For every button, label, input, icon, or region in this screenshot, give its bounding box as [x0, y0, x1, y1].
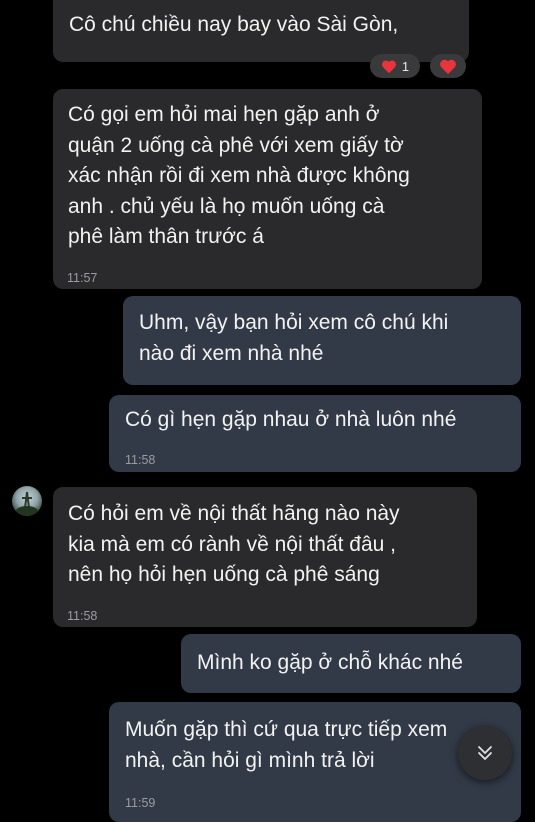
message-timestamp: 11:58 [67, 609, 98, 623]
heart-icon [381, 59, 396, 73]
message-timestamp: 11:59 [125, 796, 156, 810]
message-timestamp: 11:58 [125, 453, 156, 467]
message-text: Muốn gặp thì cứ qua trực tiếp xem nhà, c… [125, 718, 448, 772]
message-bubble-incoming[interactable]: Có gọi em hỏi mai hẹn gặp anh ở quận 2 u… [53, 89, 482, 289]
message-text: Uhm, vậy bạn hỏi xem cô chú khi nào đi x… [139, 311, 449, 365]
message-bubble-outgoing[interactable]: Uhm, vậy bạn hỏi xem cô chú khi nào đi x… [123, 296, 521, 385]
message-timestamp: 11:57 [67, 271, 98, 285]
heart-icon [440, 59, 456, 74]
message-text: Có hỏi em về nội thất hãng nào này kia m… [68, 502, 400, 586]
message-bubble-outgoing[interactable]: Có gì hẹn gặp nhau ở nhà luôn nhé 11:58 [109, 395, 521, 472]
chevron-double-down-icon [478, 746, 492, 760]
message-bubble-incoming[interactable]: Có hỏi em về nội thất hãng nào này kia m… [53, 487, 477, 627]
message-text: Mình ko gặp ở chỗ khác nhé [197, 651, 463, 674]
message-text: Cô chú chiều nay bay vào Sài Gòn, [69, 13, 399, 36]
reaction-heart-button[interactable] [430, 54, 466, 78]
avatar[interactable] [12, 486, 42, 516]
message-bubble-incoming[interactable]: Cô chú chiều nay bay vào Sài Gòn, [53, 0, 469, 62]
reaction-count: 1 [401, 58, 410, 74]
message-text: Có gọi em hỏi mai hẹn gặp anh ở quận 2 u… [68, 103, 410, 248]
scroll-to-bottom-button[interactable] [458, 726, 512, 780]
reaction-heart-count[interactable]: 1 [370, 54, 420, 78]
message-text: Có gì hẹn gặp nhau ở nhà luôn nhé [125, 408, 457, 431]
avatar-image [16, 491, 38, 516]
message-bubble-outgoing[interactable]: Mình ko gặp ở chỗ khác nhé [181, 634, 521, 693]
